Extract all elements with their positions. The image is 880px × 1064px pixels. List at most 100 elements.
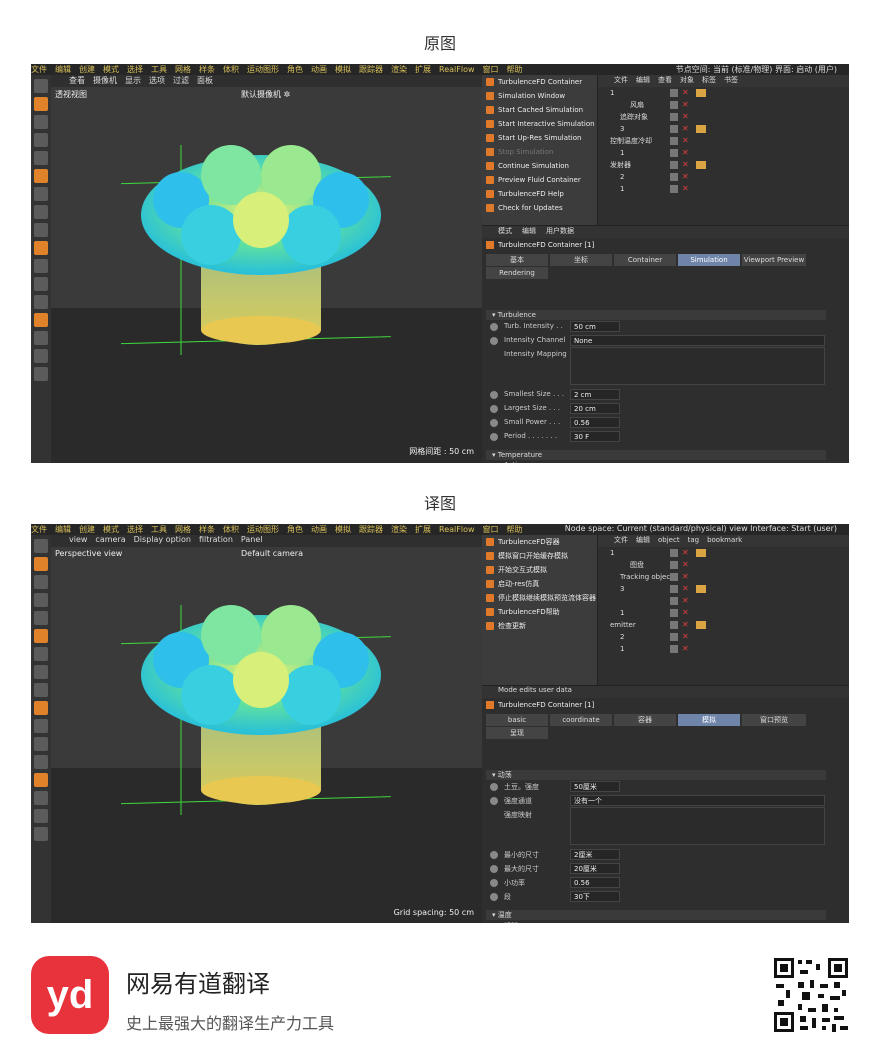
viewport-menu-item[interactable]: 摄像机	[93, 76, 117, 85]
turbulence-section[interactable]: ▾ 动荡	[486, 770, 826, 780]
menu-item[interactable]: 运动图形	[247, 525, 279, 534]
viewport-menu-item[interactable]: 显示	[125, 76, 141, 85]
object-row[interactable]: 3 ✕	[598, 123, 849, 135]
param-radio-icon[interactable]	[490, 337, 498, 345]
disabled-x-icon[interactable]: ✕	[682, 147, 689, 159]
plugin-menu-item[interactable]: 停止模拟继续模拟预览流体容器	[482, 591, 597, 605]
visibility-check-icon[interactable]	[670, 609, 678, 617]
3d-viewport[interactable]: 查看 摄像机 显示 选项 过滤 面板 透视视图 默认摄像机 ✲ 网格间距 : 50 cm	[51, 75, 482, 463]
menu-item[interactable]: 创建	[79, 65, 95, 74]
menu-item[interactable]: 模拟	[335, 525, 351, 534]
tool-icon[interactable]	[34, 593, 48, 607]
menu-item[interactable]: 跟踪器	[359, 525, 383, 534]
menu-item[interactable]: 帮助	[507, 65, 523, 74]
object-row[interactable]: 1 ✕	[598, 607, 849, 619]
menu-item[interactable]: 体积	[223, 65, 239, 74]
plugin-menu-item[interactable]: Simulation Window	[482, 89, 597, 103]
viewport-menu-item[interactable]: Panel	[241, 535, 263, 544]
disabled-x-icon[interactable]: ✕	[682, 87, 689, 99]
menu-item[interactable]: 窗口	[483, 525, 499, 534]
disabled-x-icon[interactable]: ✕	[682, 159, 689, 171]
tool-icon[interactable]	[34, 187, 48, 201]
param-radio-icon[interactable]	[490, 893, 498, 901]
tag-icon[interactable]	[696, 161, 706, 169]
om-menu-item[interactable]: 编辑	[636, 76, 650, 84]
tab[interactable]: coordinate	[550, 714, 612, 726]
tool-icon[interactable]	[34, 115, 48, 129]
param-radio-icon[interactable]	[490, 797, 498, 805]
tool-icon[interactable]	[34, 719, 48, 733]
plugin-menu-item[interactable]: Start Interactive Simulation	[482, 117, 597, 131]
param-radio-icon[interactable]	[490, 391, 498, 399]
tab-rendering[interactable]: 呈现	[486, 727, 548, 739]
tool-icon[interactable]	[34, 97, 48, 111]
om-menu-item[interactable]: 标签	[702, 76, 716, 84]
plugin-menu-item[interactable]: 开始交互式模拟	[482, 563, 597, 577]
viewport-menu-item[interactable]: Display option	[134, 535, 191, 544]
object-row[interactable]: 发射器 ✕	[598, 159, 849, 171]
tag-icon[interactable]	[696, 125, 706, 133]
tab[interactable]: 基本	[486, 254, 548, 266]
menu-item[interactable]: 选择	[127, 525, 143, 534]
tab[interactable]: Simulation	[678, 254, 740, 266]
menu-item[interactable]: 编辑	[55, 65, 71, 74]
menu-item[interactable]: 样条	[199, 65, 215, 74]
om-menu-item[interactable]: tag	[688, 536, 699, 544]
visibility-check-icon[interactable]	[670, 113, 678, 121]
tab[interactable]: 坐标	[550, 254, 612, 266]
param-radio-icon[interactable]	[490, 879, 498, 887]
tool-icon[interactable]	[34, 295, 48, 309]
tab[interactable]: Viewport Preview	[742, 254, 806, 266]
tool-icon[interactable]	[34, 773, 48, 787]
plugin-menu-item[interactable]: TurbulenceFD Help	[482, 187, 597, 201]
object-row[interactable]: ✕	[598, 595, 849, 607]
visibility-check-icon[interactable]	[670, 101, 678, 109]
tool-icon[interactable]	[34, 367, 48, 381]
param-value-field[interactable]: 2厘米	[570, 849, 620, 860]
intensity-mapping-graph[interactable]	[570, 347, 825, 385]
viewport-menu-item[interactable]: camera	[95, 535, 125, 544]
menu-item[interactable]: 编辑	[55, 525, 71, 534]
object-row[interactable]: 追踪对象 ✕	[598, 111, 849, 123]
tool-icon[interactable]	[34, 629, 48, 643]
menu-item[interactable]: 运动图形	[247, 65, 279, 74]
tool-icon[interactable]	[34, 791, 48, 805]
plugin-menu-item[interactable]: Stop Simulation	[482, 145, 597, 159]
tab[interactable]: Container	[614, 254, 676, 266]
om-menu-item[interactable]: 文件	[614, 76, 628, 84]
tool-icon[interactable]	[34, 349, 48, 363]
tool-icon[interactable]	[34, 277, 48, 291]
object-row[interactable]: 图盘 ✕	[598, 559, 849, 571]
param-radio-icon[interactable]	[490, 865, 498, 873]
temperature-section[interactable]: ▾ 温度	[486, 910, 826, 920]
viewport-menu-item[interactable]: view	[69, 535, 87, 544]
om-menu-item[interactable]: object	[658, 536, 680, 544]
object-row[interactable]: 1 ✕	[598, 643, 849, 655]
visibility-check-icon[interactable]	[670, 173, 678, 181]
param-radio-icon[interactable]	[490, 323, 498, 331]
am-menu-item[interactable]: 编辑	[522, 227, 536, 235]
visibility-check-icon[interactable]	[670, 645, 678, 653]
tab[interactable]: 窗口预览	[742, 714, 806, 726]
menu-item[interactable]: 帮助	[507, 525, 523, 534]
plugin-menu-item[interactable]: TurbulenceFD帮助	[482, 605, 597, 619]
tool-icon[interactable]	[34, 665, 48, 679]
menu-item[interactable]: 文件	[31, 65, 47, 74]
visibility-check-icon[interactable]	[670, 137, 678, 145]
plugin-menu-item[interactable]: Start Cached Simulation	[482, 103, 597, 117]
am-menu-item[interactable]: 用户数据	[546, 227, 574, 235]
tab[interactable]: basic	[486, 714, 548, 726]
3d-viewport[interactable]: view camera Display option filtration Panel P…	[51, 535, 482, 923]
param-value-field[interactable]: 2 cm	[570, 389, 620, 400]
plugin-menu-item[interactable]: Start Up-Res Simulation	[482, 131, 597, 145]
param-radio-icon[interactable]	[490, 419, 498, 427]
viewport-menu-item[interactable]: 面板	[197, 76, 213, 85]
object-row[interactable]: 控制温度冷却 ✕	[598, 135, 849, 147]
disabled-x-icon[interactable]: ✕	[682, 643, 689, 655]
param-radio-icon[interactable]	[490, 433, 498, 441]
tool-icon[interactable]	[34, 133, 48, 147]
am-menu-item[interactable]: Mode edits user data	[498, 686, 572, 694]
tool-icon[interactable]	[34, 737, 48, 751]
om-menu-item[interactable]: 文件	[614, 536, 628, 544]
plugin-menu-item[interactable]: 模拟窗口开始缓存模拟	[482, 549, 597, 563]
